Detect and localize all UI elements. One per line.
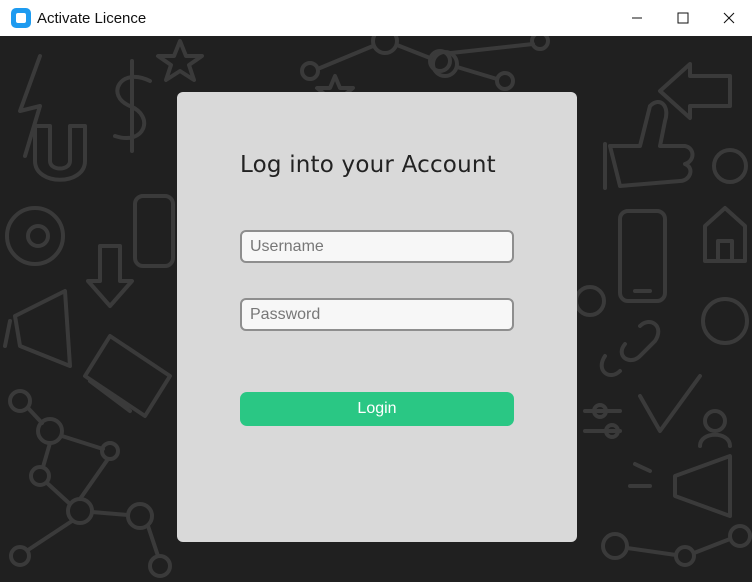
login-button[interactable]: Login [240, 392, 514, 426]
window-title: Activate Licence [37, 9, 147, 27]
username-input[interactable] [240, 230, 514, 263]
password-input[interactable] [240, 298, 514, 331]
minimize-icon [632, 17, 642, 19]
title-bar: Activate Licence [0, 0, 752, 36]
app-icon [11, 8, 31, 28]
maximize-button[interactable] [660, 0, 706, 36]
window-controls [614, 0, 752, 36]
close-icon [723, 12, 735, 24]
login-card: Log into your Account Login [177, 92, 577, 542]
close-button[interactable] [706, 0, 752, 36]
minimize-button[interactable] [614, 0, 660, 36]
maximize-icon [677, 12, 689, 24]
page-title: Log into your Account [240, 152, 496, 178]
